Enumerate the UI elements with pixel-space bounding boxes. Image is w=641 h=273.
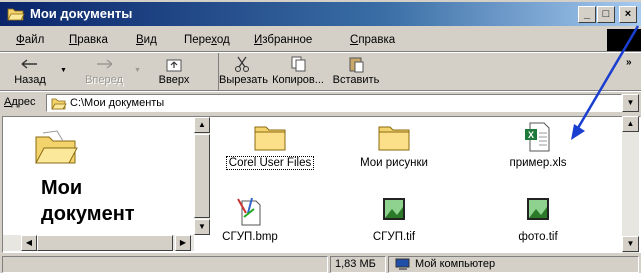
svg-text:X: X: [528, 130, 534, 140]
address-path: C:\Мои документы: [70, 97, 165, 109]
file-item-sgup-tif[interactable]: СГУП.tif: [339, 195, 449, 243]
folder-up-icon: [166, 59, 182, 72]
menu-help[interactable]: Справка: [350, 34, 395, 46]
paste-button[interactable]: Вставить: [329, 53, 383, 91]
toolbar: Назад ▼ Вперед ▼ Вверх Вырезать Копиров.…: [0, 53, 641, 91]
folder-icon: [378, 126, 410, 151]
folder-icon: [254, 126, 286, 151]
menu-favorites[interactable]: Избранное: [254, 34, 312, 46]
file-item-sgup-bmp[interactable]: СГУП.bmp: [195, 195, 305, 243]
status-zone: Мой компьютер: [388, 256, 639, 273]
explorer-window: Мои документы _ □ × Файл Правка Вид Пере…: [0, 0, 641, 273]
folder-open-icon: [51, 98, 67, 110]
content-vertical-scrollbar[interactable]: ▲ ▼: [622, 116, 639, 253]
image-file-icon: [383, 198, 405, 220]
menu-view[interactable]: Вид: [136, 34, 157, 46]
file-item-corel-user-files[interactable]: Corel User Files: [215, 121, 325, 170]
menu-go[interactable]: Переход: [184, 34, 230, 46]
folder-open-icon: [35, 130, 78, 164]
window-title: Мои документы: [30, 6, 133, 21]
folder-open-icon: [7, 8, 25, 21]
bmp-file-icon: [237, 197, 261, 226]
left-pane-horizontal-scrollbar[interactable]: ◀ ▶: [3, 235, 194, 251]
file-item-foto-tif[interactable]: фото.tif: [483, 195, 593, 243]
arrow-left-icon: [21, 59, 37, 69]
scroll-right-button[interactable]: ▶: [175, 235, 191, 251]
address-dropdown-button[interactable]: ▼: [622, 94, 639, 112]
scissors-icon: [234, 56, 249, 72]
minimize-button[interactable]: _: [578, 6, 596, 23]
address-label: Адрес: [4, 96, 36, 108]
status-objects: [2, 256, 328, 273]
up-button[interactable]: Вверх: [150, 53, 198, 91]
scroll-up-button[interactable]: ▲: [622, 116, 639, 132]
scroll-up-button[interactable]: ▲: [194, 117, 210, 133]
cut-button[interactable]: Вырезать: [218, 53, 268, 91]
back-dropdown-icon[interactable]: ▼: [60, 67, 67, 74]
title-bar[interactable]: Мои документы _ □ ×: [0, 2, 641, 26]
menu-bar: Файл Правка Вид Переход Избранное Справк…: [0, 28, 641, 52]
paste-icon: [349, 57, 364, 73]
back-button[interactable]: Назад: [6, 53, 54, 91]
content-area: Мои документ ▲ ▼ ◀ ▶ Corel User Files Мо…: [2, 116, 641, 253]
image-file-icon: [527, 198, 549, 220]
toolbar-more-icon[interactable]: »: [626, 57, 632, 68]
status-size: 1,83 МБ: [330, 256, 386, 273]
arrow-right-icon: [97, 59, 113, 69]
close-button[interactable]: ×: [619, 6, 637, 23]
scroll-left-button[interactable]: ◀: [21, 235, 37, 251]
file-item-primer-xls[interactable]: X пример.xls: [483, 121, 593, 169]
copy-icon: [291, 56, 306, 72]
address-bar: Адрес C:\Мои документы: [0, 93, 641, 113]
menu-file[interactable]: Файл: [16, 34, 44, 46]
windows-logo: [607, 29, 641, 51]
file-item-moi-risunki[interactable]: Мои рисунки: [339, 121, 449, 169]
status-bar: 1,83 МБ Мой компьютер: [0, 255, 641, 273]
menu-edit[interactable]: Правка: [69, 34, 108, 46]
excel-file-icon: X: [525, 122, 550, 152]
scroll-down-button[interactable]: ▼: [622, 236, 639, 252]
forward-dropdown-icon[interactable]: ▼: [134, 67, 141, 74]
copy-button[interactable]: Копиров...: [269, 53, 327, 91]
folder-heading: Мои документ: [41, 177, 135, 225]
scroll-thumb[interactable]: [37, 235, 173, 251]
maximize-button[interactable]: □: [597, 6, 615, 23]
divider: [0, 90, 641, 92]
address-input[interactable]: C:\Мои документы: [46, 94, 622, 112]
computer-icon: [395, 258, 410, 270]
forward-button[interactable]: Вперед: [78, 53, 130, 91]
web-view-pane: Мои документ: [3, 117, 194, 252]
